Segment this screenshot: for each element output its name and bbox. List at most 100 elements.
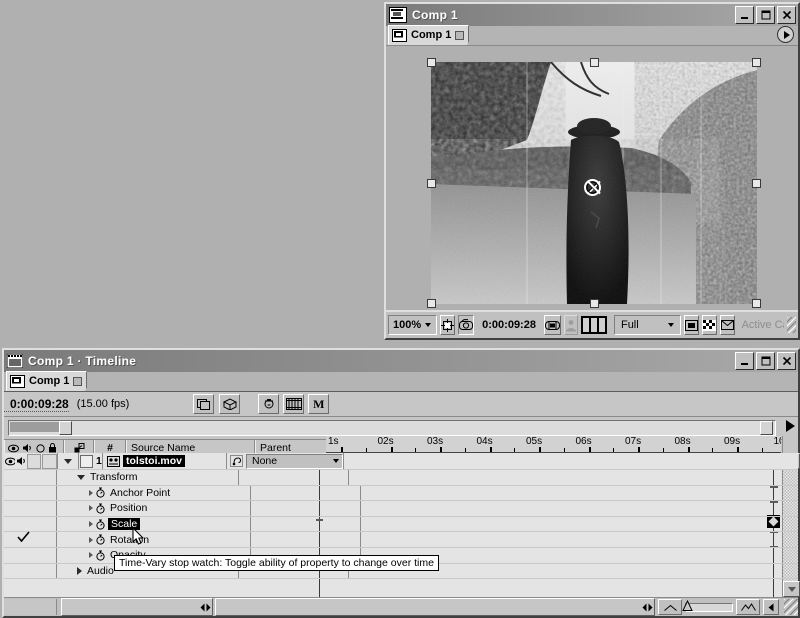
time-ruler[interactable]: 1s02s03s04s05s06s07s08s09s10s (326, 436, 781, 453)
layer-expand-twirly[interactable] (58, 453, 79, 469)
stopwatch-icon[interactable] (96, 550, 105, 561)
timeline-menu-arrow-icon[interactable] (786, 420, 795, 432)
title-action-safe-icon[interactable] (684, 315, 699, 335)
comp-viewer-canvas[interactable] (431, 62, 757, 304)
close-button[interactable] (777, 6, 796, 24)
stopwatch-icon[interactable] (96, 534, 105, 545)
comp-window-titlebar[interactable]: Comp 1 (386, 4, 798, 26)
shy-layers-icon[interactable] (258, 394, 279, 414)
tab-timeline-comp-1[interactable]: Comp 1 (6, 371, 87, 391)
layer-number-cell[interactable]: 1 (79, 453, 103, 469)
property-name-cell[interactable]: Rotation (57, 532, 251, 547)
property-name-cell[interactable]: Transform (57, 470, 239, 485)
zoom-out-icon[interactable] (658, 599, 682, 615)
rgb-channels-icon[interactable] (581, 316, 607, 334)
zoom-slider-thumb[interactable] (682, 600, 693, 615)
live-update-icon[interactable] (193, 394, 214, 414)
minimize-button[interactable] (735, 6, 754, 24)
layer-source-name[interactable]: tolstoi.mov (123, 455, 185, 467)
property-label[interactable]: Position (108, 502, 147, 514)
chevron-right-icon[interactable] (77, 567, 82, 575)
layer-parent-cell[interactable]: None (227, 453, 344, 469)
render-icon[interactable] (720, 315, 735, 335)
tab-menu-arrow-icon[interactable] (777, 26, 794, 43)
snapshot-icon[interactable] (458, 315, 474, 335)
chevron-right-icon[interactable] (89, 552, 93, 558)
show-channel-icon[interactable] (564, 315, 578, 335)
timeline-tabstrip[interactable]: Comp 1 (4, 372, 798, 392)
property-label[interactable]: Scale (108, 518, 140, 530)
timeline-rows[interactable]: 1s02s03s04s05s06s07s08s09s10s (4, 453, 798, 597)
motion-blur-icon[interactable] (283, 394, 304, 414)
resolution-dropdown[interactable]: Full (614, 315, 681, 335)
chevron-down-icon[interactable] (89, 521, 93, 527)
tab-close-square-icon[interactable] (455, 31, 464, 40)
selection-handle-bottom-right[interactable] (752, 299, 761, 308)
timeline-current-time[interactable]: 0:00:09:28 (4, 397, 69, 412)
property-value-cell[interactable] (251, 532, 361, 547)
draft-3d-icon[interactable] (219, 394, 240, 414)
stopwatch-icon[interactable] (96, 487, 105, 498)
property-row-anchor-point[interactable]: Anchor Point (4, 486, 798, 502)
collapse-panel-icon[interactable] (763, 599, 779, 615)
close-button[interactable] (777, 352, 796, 370)
selection-handle-top-right[interactable] (752, 58, 761, 67)
transparency-grid-icon[interactable] (702, 315, 717, 335)
resize-handle-icon[interactable] (641, 600, 654, 614)
anchor-point-icon[interactable] (584, 179, 601, 196)
property-label[interactable]: Transform (88, 471, 137, 483)
resize-grip-icon[interactable] (787, 317, 796, 333)
property-enable-checkbox[interactable] (17, 531, 29, 543)
comp-tabstrip[interactable]: Comp 1 (386, 26, 798, 46)
layer-av-toggles[interactable] (4, 453, 58, 469)
selection-handle-top-center[interactable] (590, 58, 599, 67)
property-value-cell[interactable] (251, 517, 361, 532)
selection-handle-mid-right[interactable] (752, 179, 761, 188)
timeline-window[interactable]: Comp 1 · Timeline Comp 1 0:00:0 (2, 348, 800, 618)
layer-color-swatch[interactable] (80, 455, 93, 468)
property-row-transform-group[interactable]: Transform (4, 470, 798, 486)
property-name-cell[interactable]: Scale (57, 517, 251, 532)
pick-whip-icon[interactable] (230, 455, 243, 467)
time-zoom-track[interactable] (8, 420, 776, 436)
comp-current-time[interactable]: 0:00:09:28 (477, 317, 541, 333)
name-panel-horizontal-scrollbar[interactable] (61, 598, 213, 616)
time-zoom-right-thumb[interactable] (760, 421, 773, 435)
chevron-down-icon[interactable] (77, 475, 85, 480)
timeline-horizontal-scrollbar[interactable] (215, 598, 655, 616)
selection-handle-bottom-left[interactable] (427, 299, 436, 308)
lock-toggle[interactable] (42, 454, 57, 469)
property-row-position[interactable]: Position (4, 501, 798, 517)
maximize-button[interactable] (756, 6, 775, 24)
eye-icon[interactable] (5, 457, 15, 466)
timeline-toolbar[interactable]: 0:00:09:28 (15.00 fps) M (4, 392, 798, 417)
timeline-layer-row[interactable]: 1 tolstoi.mov None (4, 453, 798, 470)
property-label[interactable]: Anchor Point (108, 487, 170, 499)
timeline-bottom-bar[interactable] (4, 597, 798, 616)
comp-window[interactable]: Comp 1 Comp 1 (384, 2, 800, 340)
property-label[interactable]: Audio (85, 565, 114, 577)
chevron-right-icon[interactable] (89, 490, 93, 496)
comp-toolbar[interactable]: 100% 0:00:09:28 Full (386, 310, 798, 338)
selection-handle-top-left[interactable] (427, 58, 436, 67)
magnification-dropdown[interactable]: 100% (388, 315, 437, 335)
maximize-button[interactable] (756, 352, 775, 370)
timeline-window-titlebar[interactable]: Comp 1 · Timeline (4, 350, 798, 372)
resize-grip-icon[interactable] (784, 599, 798, 615)
tab-close-square-icon[interactable] (73, 377, 82, 386)
property-name-cell[interactable]: Anchor Point (57, 486, 251, 501)
graph-editor-icon[interactable]: M (308, 394, 329, 414)
property-value-cell[interactable] (251, 486, 361, 501)
stopwatch-icon[interactable] (96, 519, 105, 530)
time-zoom-left-thumb[interactable] (59, 421, 72, 435)
scroll-down-button[interactable] (783, 581, 800, 597)
property-value-cell[interactable] (251, 501, 361, 516)
zoom-slider-track[interactable] (685, 603, 733, 612)
parent-dropdown[interactable]: None (246, 454, 343, 469)
layer-source-name-cell[interactable]: tolstoi.mov (103, 453, 227, 469)
speaker-icon[interactable] (16, 456, 26, 466)
property-value-cell[interactable] (239, 470, 349, 485)
minimize-button[interactable] (735, 352, 754, 370)
timeline-zoom-control[interactable] (655, 599, 782, 615)
property-row-scale[interactable]: Scale (4, 517, 798, 533)
